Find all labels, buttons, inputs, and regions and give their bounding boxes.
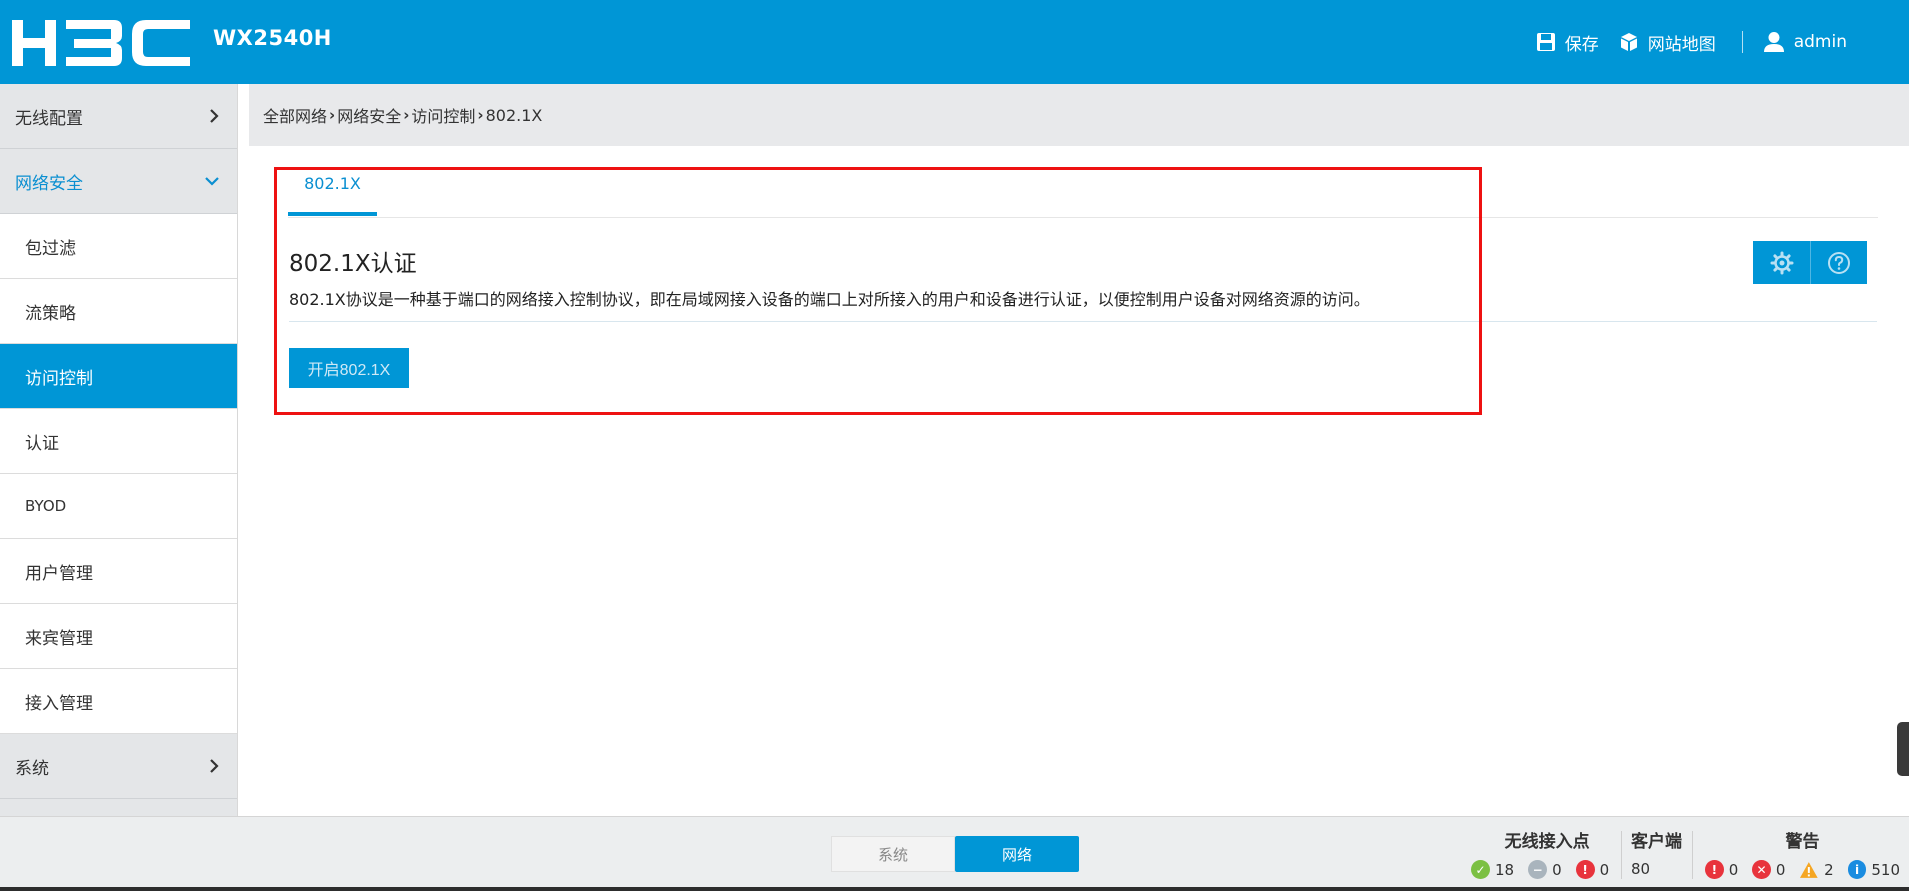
sitemap-label: 网站地图 <box>1647 34 1716 55</box>
breadcrumb-item[interactable]: 全部网络 <box>263 103 327 127</box>
sidebar-item-access-control[interactable]: 访问控制 <box>0 344 237 409</box>
ap-online-count[interactable]: 18 <box>1495 861 1514 879</box>
main-panel: 802.1X 802.1X认证 802.1X协议是一种基于端口的网络接入控制协议… <box>249 146 1909 816</box>
breadcrumb-separator-icon: › <box>477 106 484 124</box>
h3c-logo <box>12 20 190 66</box>
footer-divider <box>1692 831 1693 879</box>
chevron-right-icon <box>210 759 219 773</box>
client-status: 客户端 80 <box>1631 827 1682 878</box>
status-footer: 系统 网络 无线接入点 ✓ 18 − 0 ! 0 客户端 80 警告 ! 0 ✕… <box>0 816 1909 887</box>
save-label: 保存 <box>1564 34 1599 55</box>
footer-bottom-edge <box>0 887 1909 891</box>
user-label: admin <box>1793 32 1847 52</box>
help-button[interactable] <box>1810 241 1867 284</box>
breadcrumb: 全部网络 › 网络安全 › 访问控制 › 802.1X <box>249 84 1909 146</box>
view-system-button[interactable]: 系统 <box>831 836 955 872</box>
view-network-button[interactable]: 网络 <box>955 836 1079 872</box>
breadcrumb-separator-icon: › <box>403 106 410 124</box>
error-alert-count[interactable]: 0 <box>1776 861 1786 879</box>
client-status-title: 客户端 <box>1631 832 1682 852</box>
sidebar-group-label: 网络安全 <box>15 173 83 194</box>
sidebar-group-label: 无线配置 <box>15 108 83 129</box>
ap-fault-count[interactable]: 0 <box>1600 861 1610 879</box>
info-circle-icon: i <box>1847 860 1867 879</box>
enable-8021x-button[interactable]: 开启802.1X <box>289 348 409 388</box>
save-icon <box>1536 33 1555 51</box>
sidebar: 无线配置 网络安全 包过滤 流策略 访问控制 认证 BYOD 用户管理 来宾管理… <box>0 84 238 816</box>
alert-circle-icon: ! <box>1575 860 1595 879</box>
header-divider <box>1741 31 1743 53</box>
info-alert-count[interactable]: 510 <box>1871 861 1900 879</box>
settings-button[interactable] <box>1753 241 1810 284</box>
cube-icon <box>1620 33 1637 51</box>
critical-alert-count[interactable]: 0 <box>1729 861 1739 879</box>
client-count[interactable]: 80 <box>1631 860 1650 878</box>
sidebar-item-flow-policy[interactable]: 流策略 <box>0 279 237 344</box>
tab-divider <box>288 217 1878 218</box>
page-description: 802.1X协议是一种基于端口的网络接入控制协议，即在局域网接入设备的端口上对所… <box>289 290 1370 309</box>
sidebar-item-access-management[interactable]: 接入管理 <box>0 669 237 734</box>
warning-alert-count[interactable]: 2 <box>1824 861 1834 879</box>
alert-status-title: 警告 <box>1785 832 1820 852</box>
minus-circle-icon: − <box>1528 860 1548 879</box>
help-icon <box>1828 251 1850 274</box>
breadcrumb-current: 802.1X <box>485 105 543 125</box>
sidebar-item-authentication[interactable]: 认证 <box>0 409 237 474</box>
sidebar-item-user-management[interactable]: 用户管理 <box>0 539 237 604</box>
error-x-icon: ✕ <box>1752 860 1771 879</box>
user-icon <box>1763 32 1784 52</box>
sitemap-button[interactable]: 网站地图 <box>1619 30 1716 55</box>
warning-triangle-icon <box>1800 861 1819 878</box>
view-switch: 系统 网络 <box>831 836 1079 872</box>
critical-alert-icon: ! <box>1705 860 1724 879</box>
gear-icon <box>1770 251 1793 274</box>
sidebar-group-label: 系统 <box>15 758 49 779</box>
breadcrumb-separator-icon: › <box>329 106 336 124</box>
check-circle-icon: ✓ <box>1471 860 1490 879</box>
sidebar-item-guest-management[interactable]: 来宾管理 <box>0 604 237 669</box>
top-header: WX2540H 保存 网站地图 admin <box>0 0 1909 84</box>
device-model: WX2540H <box>213 26 332 50</box>
sidebar-item-byod[interactable]: BYOD <box>0 474 237 539</box>
sidebar-group-wireless[interactable]: 无线配置 <box>0 84 237 149</box>
ap-status-title: 无线接入点 <box>1504 832 1590 852</box>
chevron-right-icon <box>210 109 219 123</box>
description-divider <box>289 321 1877 322</box>
sidebar-group-system[interactable]: 系统 <box>0 734 237 799</box>
breadcrumb-item[interactable]: 网络安全 <box>337 103 401 127</box>
footer-divider <box>1621 831 1622 879</box>
chevron-down-icon <box>205 177 219 186</box>
user-menu[interactable]: admin <box>1763 31 1847 53</box>
sidebar-group-security[interactable]: 网络安全 <box>0 149 237 214</box>
page-title: 802.1X认证 <box>289 251 417 277</box>
sidebar-item-packet-filter[interactable]: 包过滤 <box>0 214 237 279</box>
ap-status: 无线接入点 ✓ 18 − 0 ! 0 <box>1471 827 1623 879</box>
save-button[interactable]: 保存 <box>1536 30 1599 55</box>
ap-offline-count[interactable]: 0 <box>1552 861 1562 879</box>
tab-8021x[interactable]: 802.1X <box>288 174 377 216</box>
alert-status: 警告 ! 0 ✕ 0 2 i 510 <box>1705 827 1900 879</box>
breadcrumb-item[interactable]: 访问控制 <box>411 103 475 127</box>
side-drawer-handle[interactable] <box>1897 722 1909 776</box>
